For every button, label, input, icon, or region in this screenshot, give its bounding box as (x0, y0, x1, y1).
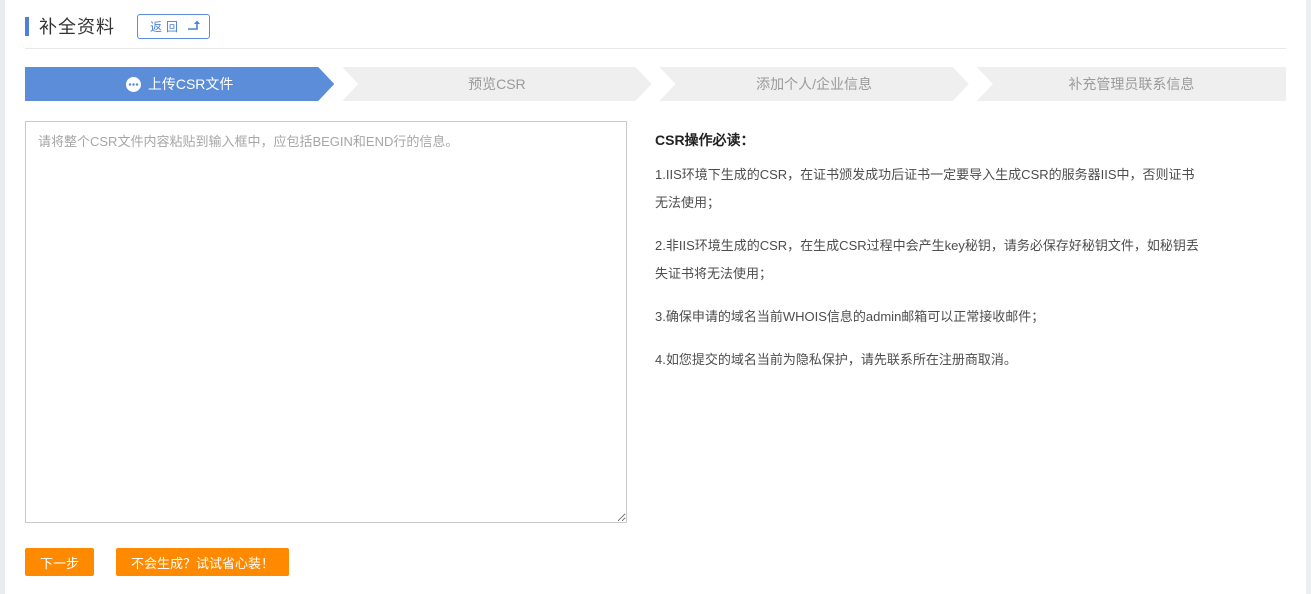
step-wizard: 上传CSR文件 预览CSR 添加个人/企业信息 补充管理员联系信息 (25, 67, 1286, 101)
notice-title: CSR操作必读： (655, 127, 1230, 153)
step-label: 预览CSR (468, 74, 526, 94)
step-label: 添加个人/企业信息 (756, 74, 872, 94)
next-step-button[interactable]: 下一步 (25, 548, 94, 576)
step-add-info[interactable]: 添加个人/企业信息 (660, 67, 969, 101)
page-header: 补全资料 返回 (25, 0, 1286, 38)
csr-notice-panel: CSR操作必读： 1.IIS环境下生成的CSR，在证书颁发成功后证书一定要导入生… (655, 121, 1230, 389)
header-divider (25, 48, 1286, 49)
csr-input[interactable] (25, 121, 627, 523)
step-label: 补充管理员联系信息 (1068, 74, 1194, 94)
step-admin-contact[interactable]: 补充管理员联系信息 (977, 67, 1286, 101)
page-title: 补全资料 (39, 13, 115, 39)
notice-item: 3.确保申请的域名当前WHOIS信息的admin邮箱可以正常接收邮件； (655, 303, 1203, 331)
return-arrow-icon (187, 19, 201, 34)
title-accent-bar (25, 17, 29, 36)
action-bar: 下一步 不会生成？试试省心装！ (25, 548, 1286, 576)
notice-item: 2.非IIS环境生成的CSR，在生成CSR过程中会产生key秘钥，请务必保存好秘… (655, 232, 1203, 288)
scrollbar-track[interactable] (1306, 0, 1311, 594)
ellipsis-icon (126, 77, 141, 92)
notice-item: 4.如您提交的域名当前为隐私保护，请先联系所在注册商取消。 (655, 346, 1203, 374)
back-button[interactable]: 返回 (137, 14, 210, 39)
step-label: 上传CSR文件 (148, 74, 234, 94)
back-button-label: 返回 (150, 18, 182, 35)
page-left-edge (0, 0, 5, 594)
content-area: CSR操作必读： 1.IIS环境下生成的CSR，在证书颁发成功后证书一定要导入生… (25, 121, 1286, 523)
main-container: 补全资料 返回 上传CSR文件 (25, 0, 1286, 576)
easy-install-button[interactable]: 不会生成？试试省心装！ (116, 548, 289, 576)
notice-item: 1.IIS环境下生成的CSR，在证书颁发成功后证书一定要导入生成CSR的服务器I… (655, 161, 1203, 217)
step-preview-csr[interactable]: 预览CSR (342, 67, 651, 101)
step-upload-csr[interactable]: 上传CSR文件 (25, 67, 334, 101)
